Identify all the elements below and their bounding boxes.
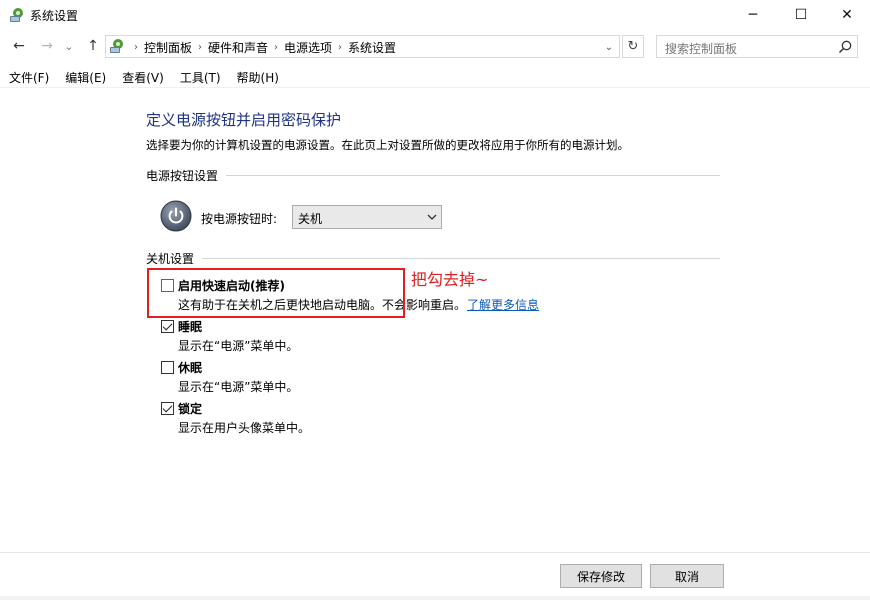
sleep-checkbox[interactable] xyxy=(161,320,174,333)
section-label: 电源按钮设置 xyxy=(146,168,219,183)
minimize-icon: ─ xyxy=(748,7,758,23)
breadcrumb-item[interactable]: 电源选项 xyxy=(284,39,332,56)
power-button-action-select[interactable]: 关机 xyxy=(292,205,442,229)
lock-checkbox[interactable] xyxy=(161,402,174,415)
chevron-down-icon xyxy=(427,214,437,220)
breadcrumb-separator-icon[interactable]: › xyxy=(274,42,278,53)
recent-locations-button[interactable]: ⌄ xyxy=(62,36,76,56)
title-bar: 系统设置 ─ ☐ ✕ xyxy=(0,0,870,31)
refresh-button[interactable]: ↻ xyxy=(622,35,644,58)
annotation-text: 把勾去掉~ xyxy=(411,270,489,289)
cancel-button[interactable]: 取消 xyxy=(650,564,724,588)
menu-tools[interactable]: 工具(T) xyxy=(171,66,228,87)
lock-description: 显示在用户头像菜单中。 xyxy=(178,421,311,435)
breadcrumb: › 控制面板 › 硬件和声音 › 电源选项 › 系统设置 xyxy=(128,39,396,56)
breadcrumb-item[interactable]: 控制面板 xyxy=(144,39,192,56)
power-button-label: 按电源按钮时: xyxy=(201,212,278,226)
section-divider xyxy=(202,257,720,259)
save-changes-button[interactable]: 保存修改 xyxy=(560,564,642,588)
menu-edit[interactable]: 编辑(E) xyxy=(56,66,113,87)
maximize-icon: ☐ xyxy=(794,7,808,23)
section-divider xyxy=(226,174,720,176)
forward-button[interactable]: → xyxy=(37,36,57,56)
breadcrumb-separator-icon[interactable]: › xyxy=(338,42,342,53)
window-title: 系统设置 xyxy=(30,9,79,23)
menu-view[interactable]: 查看(V) xyxy=(113,66,171,87)
chevron-down-icon: ⌄ xyxy=(64,39,74,53)
search-input[interactable]: 搜索控制面板 xyxy=(665,40,737,57)
back-button[interactable]: ← xyxy=(9,36,29,56)
hibernate-checkbox[interactable] xyxy=(161,361,174,374)
breadcrumb-item[interactable]: 系统设置 xyxy=(348,39,396,56)
page-description: 选择要为你的计算机设置的电源设置。在此页上对设置所做的更改将应用于你所有的电源计… xyxy=(146,138,629,152)
search-box[interactable]: 搜索控制面板 xyxy=(656,35,858,58)
refresh-icon: ↻ xyxy=(627,39,639,54)
menu-file[interactable]: 文件(F) xyxy=(0,66,56,87)
control-panel-icon xyxy=(110,39,123,53)
minimize-button[interactable]: ─ xyxy=(730,0,776,30)
page-title: 定义电源按钮并启用密码保护 xyxy=(146,111,342,129)
address-bar[interactable]: › 控制面板 › 硬件和声音 › 电源选项 › 系统设置 ⌄ xyxy=(105,35,620,58)
hibernate-description: 显示在“电源”菜单中。 xyxy=(178,380,299,394)
close-icon: ✕ xyxy=(841,7,853,23)
breadcrumb-separator-icon: › xyxy=(134,42,138,53)
menu-bar: 文件(F) 编辑(E) 查看(V) 工具(T) 帮助(H) xyxy=(0,66,870,88)
learn-more-link[interactable]: 了解更多信息 xyxy=(467,296,539,313)
search-icon[interactable] xyxy=(837,39,853,55)
breadcrumb-item[interactable]: 硬件和声音 xyxy=(208,39,268,56)
forward-arrow-icon: → xyxy=(41,38,53,54)
chevron-down-icon: ⌄ xyxy=(604,41,614,53)
footer-divider xyxy=(0,552,870,553)
close-button[interactable]: ✕ xyxy=(824,0,870,30)
breadcrumb-separator-icon[interactable]: › xyxy=(198,42,202,53)
back-arrow-icon: ← xyxy=(13,38,25,54)
hibernate-label[interactable]: 休眠 xyxy=(178,359,202,376)
address-history-button[interactable]: ⌄ xyxy=(602,39,616,55)
lock-label[interactable]: 锁定 xyxy=(178,400,202,417)
control-panel-icon xyxy=(10,8,23,22)
power-icon xyxy=(160,200,192,232)
section-label: 关机设置 xyxy=(146,251,195,266)
menu-help[interactable]: 帮助(H) xyxy=(228,66,286,87)
power-button-section-header: 电源按钮设置 xyxy=(146,167,720,183)
maximize-button[interactable]: ☐ xyxy=(778,0,824,30)
up-arrow-icon: ↑ xyxy=(87,38,99,54)
window-bottom-edge xyxy=(0,596,870,600)
sleep-description: 显示在“电源”菜单中。 xyxy=(178,339,299,353)
annotation-highlight-box xyxy=(147,268,405,318)
select-value: 关机 xyxy=(298,212,323,226)
sleep-label[interactable]: 睡眠 xyxy=(178,318,202,335)
up-button[interactable]: ↑ xyxy=(83,36,103,56)
shutdown-section-header: 关机设置 xyxy=(146,250,720,266)
